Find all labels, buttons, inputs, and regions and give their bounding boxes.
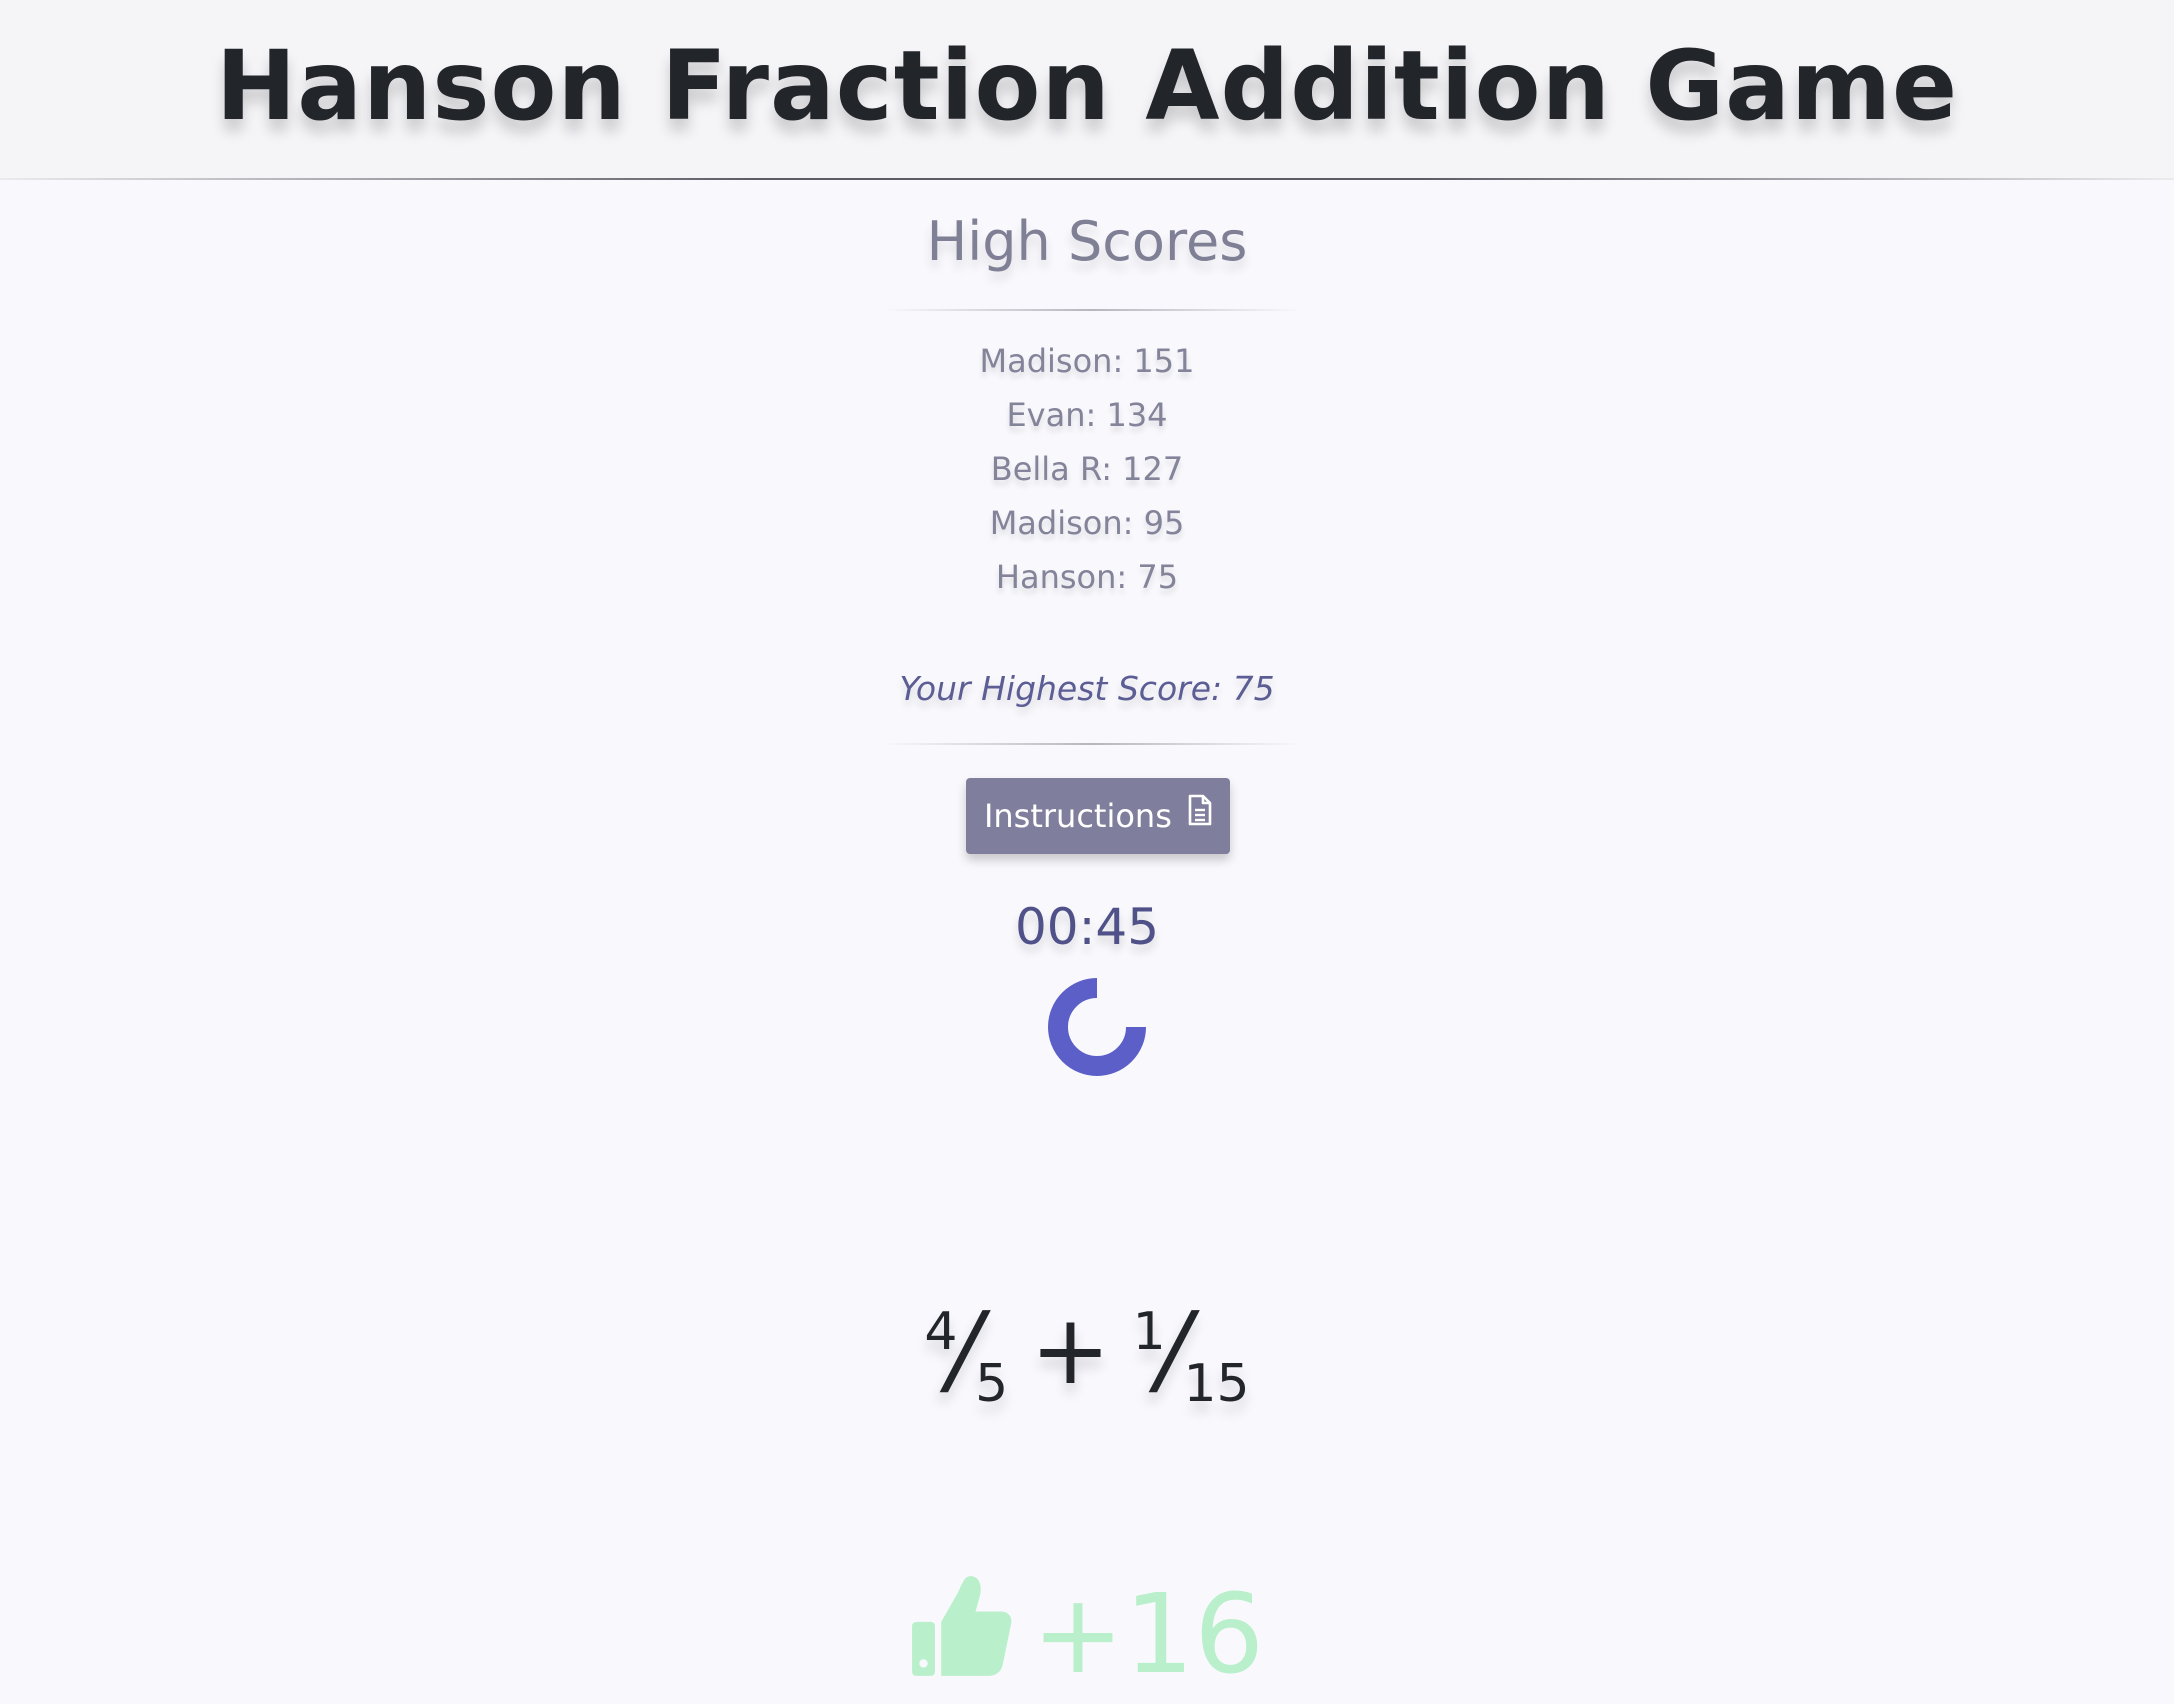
fraction-a: 4/5 <box>924 1290 1009 1414</box>
page-title: Hanson Fraction Addition Game <box>215 30 1959 142</box>
high-scores-list: Madison: 151 Evan: 134 Bella R: 127 Madi… <box>0 340 2174 610</box>
fraction-problem: 4/5 +1/15 <box>0 1290 2174 1414</box>
thumbs-up-icon <box>910 1574 1014 1704</box>
fraction-b-denominator: 15 <box>1183 1354 1250 1414</box>
high-score-entry: Evan: 134 <box>1006 396 1168 434</box>
instructions-button[interactable]: Instructions <box>966 778 1230 854</box>
your-highest-score: Your Highest Score: 75 <box>899 669 1275 708</box>
fraction-b: 1/15 <box>1132 1290 1250 1414</box>
loading-spinner-icon <box>1047 977 1147 1081</box>
high-score-entry: Madison: 95 <box>989 504 1185 542</box>
high-scores-title: High Scores <box>926 210 1248 273</box>
timer: 00:45 <box>1014 898 1160 956</box>
fraction-a-denominator: 5 <box>975 1354 1009 1414</box>
score-feedback: +16 <box>0 1570 2174 1704</box>
header: Hanson Fraction Addition Game <box>0 0 2174 180</box>
high-score-entry: Madison: 151 <box>979 342 1195 380</box>
plus-operator: + <box>1030 1294 1111 1406</box>
high-score-entry: Hanson: 75 <box>995 558 1179 596</box>
divider <box>882 309 1302 311</box>
high-score-entry: Bella R: 127 <box>990 450 1184 488</box>
document-icon <box>1188 777 1212 853</box>
instructions-button-label: Instructions <box>983 797 1172 835</box>
divider <box>882 743 1302 745</box>
